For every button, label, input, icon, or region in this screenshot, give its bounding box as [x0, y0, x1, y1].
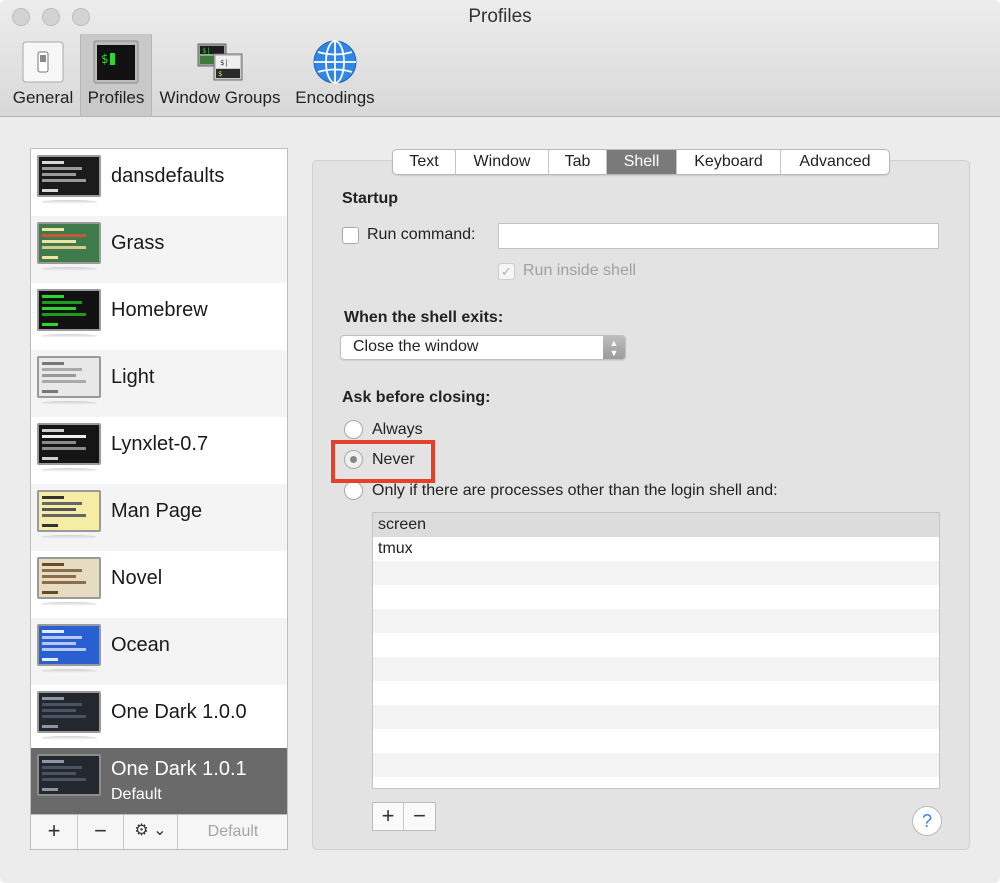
toolbar-profiles-label: Profiles	[87, 88, 145, 107]
svg-text:$: $	[218, 70, 222, 78]
profile-name: One Dark 1.0.1	[111, 758, 247, 780]
exit-action-value: Close the window	[353, 338, 479, 355]
profile-item-homebrew[interactable]: Homebrew	[31, 283, 287, 350]
profile-thumbnail	[37, 691, 101, 733]
svg-text:$|: $|	[202, 47, 210, 55]
profile-item-light[interactable]: Light	[31, 350, 287, 417]
process-row[interactable]: screen	[373, 513, 939, 537]
profile-name: Novel	[111, 567, 163, 589]
profile-name: Grass	[111, 232, 165, 254]
process-add-remove: + −	[372, 802, 436, 831]
remove-profile-button[interactable]: −	[78, 815, 124, 849]
profile-item-lynxlet[interactable]: Lynxlet-0.7	[31, 417, 287, 484]
empty-row	[373, 753, 939, 777]
profile-thumbnail	[37, 155, 101, 197]
empty-row	[373, 561, 939, 585]
ask-always-label: Always	[372, 421, 423, 438]
window-title: Profiles	[468, 6, 532, 27]
toolbar-window-groups-label: Window Groups	[159, 88, 281, 107]
profile-name: dansdefaults	[111, 165, 225, 187]
settings-tabs: Text Window Tab Shell Keyboard Advanced	[392, 149, 890, 175]
profile-item-one-dark-101[interactable]: One Dark 1.0.1 Default	[31, 748, 287, 814]
question-mark-icon: ?	[921, 811, 932, 831]
profile-thumbnail	[37, 423, 101, 465]
profile-name: Ocean	[111, 634, 170, 656]
run-command-field[interactable]	[498, 223, 939, 249]
help-button[interactable]: ?	[912, 806, 942, 836]
profile-thumbnail	[37, 289, 101, 331]
tab-advanced[interactable]: Advanced	[781, 150, 889, 174]
startup-heading: Startup	[342, 190, 398, 207]
tab-window[interactable]: Window	[456, 150, 549, 174]
profile-thumbnail	[37, 356, 101, 398]
empty-row	[373, 681, 939, 705]
ask-only-if-radio[interactable]	[344, 481, 363, 500]
remove-process-button[interactable]: −	[404, 803, 435, 830]
profile-item-dansdefaults[interactable]: dansdefaults	[31, 149, 287, 216]
run-inside-shell-label: Run inside shell	[523, 262, 636, 279]
profile-thumbnail	[37, 557, 101, 599]
profile-thumbnail	[37, 754, 101, 796]
profile-name: Homebrew	[111, 299, 208, 321]
svg-text:$: $	[101, 52, 108, 66]
tab-text[interactable]: Text	[393, 150, 456, 174]
profiles-list[interactable]: dansdefaults Grass Homebrew Light Lynxle…	[30, 148, 288, 815]
chevron-up-down-icon: ▲ ▼	[603, 336, 625, 359]
profile-item-one-dark-100[interactable]: One Dark 1.0.0	[31, 685, 287, 752]
exit-heading: When the shell exits:	[344, 309, 504, 326]
ask-always-radio[interactable]	[344, 420, 363, 439]
profile-item-novel[interactable]: Novel	[31, 551, 287, 618]
toolbar-profiles[interactable]: $ Profiles	[80, 34, 152, 116]
gear-menu-button[interactable]: ⚙︎ ⌄	[124, 815, 178, 849]
run-inside-shell-checkbox[interactable]: ✓	[498, 263, 515, 280]
preferences-window: Profiles General $ Profiles $| $| $ Wind…	[0, 0, 1000, 883]
run-command-label: Run command:	[367, 226, 476, 243]
add-profile-button[interactable]: +	[31, 815, 78, 849]
annotation-highlight-box	[331, 440, 435, 483]
empty-row	[373, 633, 939, 657]
process-list[interactable]: screen tmux	[372, 512, 940, 789]
tab-shell[interactable]: Shell	[607, 150, 677, 174]
terminal-profile-icon: $	[93, 40, 139, 84]
process-row[interactable]: tmux	[373, 537, 939, 561]
profile-thumbnail	[37, 624, 101, 666]
empty-row	[373, 729, 939, 753]
globe-icon	[313, 40, 357, 84]
profile-name: One Dark 1.0.0	[111, 701, 247, 723]
tab-tab[interactable]: Tab	[549, 150, 607, 174]
ask-before-closing-heading: Ask before closing:	[342, 389, 491, 406]
svg-text:$|: $|	[220, 59, 228, 67]
profile-name: Light	[111, 366, 155, 388]
toolbar-encodings-label: Encodings	[295, 88, 375, 107]
toolbar-window-groups[interactable]: $| $| $ Window Groups	[154, 34, 286, 116]
profile-item-man-page[interactable]: Man Page	[31, 484, 287, 551]
set-default-button[interactable]: Default	[178, 815, 288, 849]
ask-only-if-label: Only if there are processes other than t…	[372, 482, 778, 499]
window-groups-icon: $| $| $	[197, 43, 243, 81]
empty-row	[373, 657, 939, 681]
profile-name: Lynxlet-0.7	[111, 433, 209, 455]
toolbar-general-label: General	[12, 88, 74, 107]
profile-thumbnail	[37, 490, 101, 532]
add-process-button[interactable]: +	[373, 803, 404, 830]
run-command-checkbox[interactable]	[342, 227, 359, 244]
empty-row	[373, 609, 939, 633]
general-switch-icon	[22, 41, 64, 83]
gear-icon: ⚙︎ ⌄	[134, 822, 167, 839]
profiles-list-footer: + − ⚙︎ ⌄ Default	[30, 815, 288, 850]
toolbar-general[interactable]: General	[6, 34, 80, 116]
toolbar-encodings[interactable]: Encodings	[290, 34, 380, 116]
profile-item-ocean[interactable]: Ocean	[31, 618, 287, 685]
profile-item-grass[interactable]: Grass	[31, 216, 287, 283]
default-profile-badge: Default	[111, 786, 162, 803]
exit-action-select[interactable]: Close the window ▲ ▼	[340, 335, 626, 360]
titlebar: Profiles General $ Profiles $| $| $ Wind…	[0, 0, 1000, 117]
profile-name: Man Page	[111, 500, 203, 522]
empty-row	[373, 585, 939, 609]
empty-row	[373, 705, 939, 729]
tab-keyboard[interactable]: Keyboard	[677, 150, 781, 174]
profile-thumbnail	[37, 222, 101, 264]
